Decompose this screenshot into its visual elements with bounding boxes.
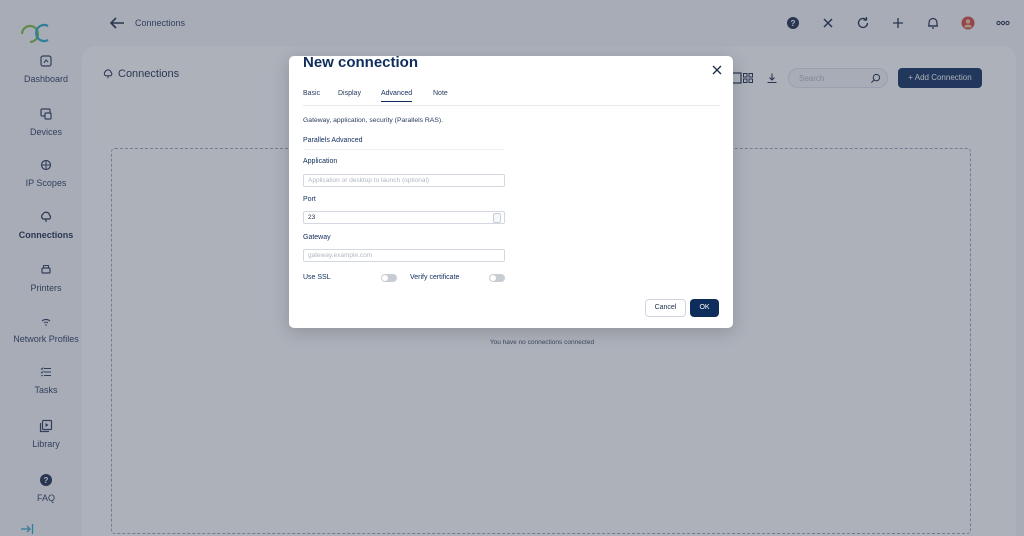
dialog-title: New connection [303, 54, 419, 71]
port-value: 23 [308, 214, 316, 221]
use-ssl-label: Use SSL [303, 274, 331, 281]
application-label: Application [303, 158, 338, 165]
port-label: Port [303, 196, 316, 203]
verify-certificate-label: Verify certificate [410, 274, 460, 281]
ok-button[interactable]: OK [690, 299, 719, 317]
tab-display[interactable]: Display [338, 90, 361, 101]
port-input[interactable]: 23 [303, 211, 505, 224]
toggle-knob [382, 275, 388, 281]
dialog-tabs: Basic Display Advanced Note [303, 90, 720, 106]
use-ssl-toggle[interactable] [381, 274, 397, 282]
verify-certificate-toggle[interactable] [489, 274, 505, 282]
gateway-label: Gateway [303, 234, 331, 241]
tab-description: Gateway, application, security (Parallel… [303, 117, 444, 124]
cancel-button[interactable]: Cancel [645, 299, 686, 317]
tab-advanced[interactable]: Advanced [381, 90, 413, 102]
toggle-knob [490, 275, 496, 281]
application-input[interactable] [303, 174, 505, 187]
section-title: Parallels Advanced [303, 137, 504, 150]
new-connection-dialog: New connection Basic Display Advanced No… [289, 54, 733, 328]
close-icon[interactable] [711, 64, 723, 76]
tab-basic[interactable]: Basic [303, 90, 320, 101]
gateway-input[interactable] [303, 249, 505, 262]
tab-note[interactable]: Note [433, 90, 448, 101]
port-stepper[interactable] [493, 213, 501, 223]
